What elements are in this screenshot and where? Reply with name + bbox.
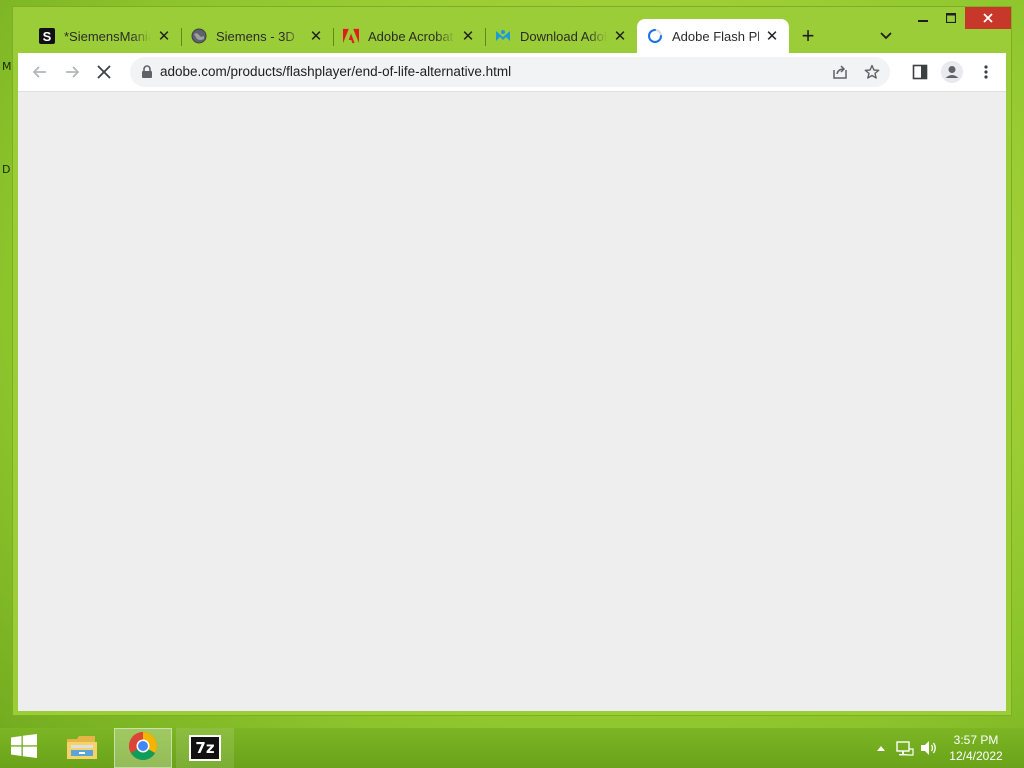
tab-download-adobe[interactable]: Download Adob ✕ xyxy=(485,19,637,53)
clock-time: 3:57 PM xyxy=(953,733,999,747)
tab-close-icon[interactable]: ✕ xyxy=(459,27,477,45)
tab-title: Siemens - 3D xyxy=(216,28,295,44)
svg-text:S: S xyxy=(43,29,52,44)
desktop-icon-label-m: M xyxy=(2,60,12,73)
chrome-taskbar-button[interactable] xyxy=(114,728,172,768)
tab-title: *SiemensMania xyxy=(64,28,151,44)
page-content-area[interactable] xyxy=(18,91,1006,711)
tab-title: Download Adob xyxy=(520,28,607,44)
show-hidden-icons-arrow-icon[interactable] xyxy=(872,728,890,768)
minimize-button[interactable] xyxy=(909,7,937,29)
tab-title: Adobe Flash Pla xyxy=(672,28,759,44)
new-tab-button[interactable]: + xyxy=(795,24,821,50)
stop-loading-button[interactable] xyxy=(92,60,116,84)
browser-titlebar: S *SiemensMania ✕ Siemens - 3D ✕ Adobe A… xyxy=(13,7,1011,53)
7zip-icon: 7z xyxy=(189,735,221,761)
tab-close-icon[interactable]: ✕ xyxy=(611,27,629,45)
7zip-taskbar-button[interactable]: 7z xyxy=(176,728,234,768)
tab-siemens-3d[interactable]: Siemens - 3D ✕ xyxy=(181,19,333,53)
browser-window: S *SiemensMania ✕ Siemens - 3D ✕ Adobe A… xyxy=(12,6,1012,716)
taskbar-clock[interactable]: 3:57 PM 12/4/2022 xyxy=(944,732,1008,764)
profile-avatar-icon[interactable] xyxy=(940,60,964,84)
lock-icon[interactable] xyxy=(140,65,154,79)
tab-adobe-flash-player[interactable]: Adobe Flash Pla ✕ xyxy=(637,19,789,53)
clock-date: 12/4/2022 xyxy=(949,749,1003,763)
more-menu-icon[interactable] xyxy=(974,60,998,84)
globe-icon xyxy=(191,28,207,44)
tab-close-icon[interactable]: ✕ xyxy=(155,27,173,45)
tab-close-icon[interactable]: ✕ xyxy=(763,27,781,45)
volume-icon[interactable] xyxy=(918,728,940,768)
network-icon[interactable] xyxy=(894,728,916,768)
share-icon[interactable] xyxy=(828,60,852,84)
siemensmania-favicon: S xyxy=(39,28,55,44)
url-text[interactable]: adobe.com/products/flashplayer/end-of-li… xyxy=(160,64,511,79)
forward-button[interactable] xyxy=(60,60,84,84)
back-button[interactable] xyxy=(28,60,52,84)
tab-adobe-acrobat[interactable]: Adobe Acrobat ✕ xyxy=(333,19,485,53)
loading-spinner-icon xyxy=(647,28,663,44)
file-explorer-button[interactable] xyxy=(56,728,108,768)
chrome-icon xyxy=(128,731,158,766)
7zip-label: 7z xyxy=(191,737,219,759)
windows-logo-icon xyxy=(11,733,37,763)
tab-strip: S *SiemensMania ✕ Siemens - 3D ✕ Adobe A… xyxy=(29,19,789,53)
tab-close-icon[interactable]: ✕ xyxy=(307,27,325,45)
bookmark-star-icon[interactable] xyxy=(860,60,884,84)
adobe-icon xyxy=(343,28,359,44)
side-panel-icon[interactable] xyxy=(908,60,932,84)
browser-toolbar: adobe.com/products/flashplayer/end-of-li… xyxy=(18,53,1006,91)
address-bar[interactable]: adobe.com/products/flashplayer/end-of-li… xyxy=(130,57,890,87)
start-button[interactable] xyxy=(0,728,48,768)
download-site-icon xyxy=(495,28,511,44)
maximize-button[interactable] xyxy=(937,7,965,29)
tab-siemensmania[interactable]: S *SiemensMania ✕ xyxy=(29,19,181,53)
taskbar: 7z 3:57 PM 12/4/2022 xyxy=(0,728,1024,768)
file-explorer-icon xyxy=(65,731,99,766)
tab-title: Adobe Acrobat xyxy=(368,28,454,44)
close-window-button[interactable] xyxy=(965,7,1011,29)
desktop-icon-label-d: D xyxy=(2,163,11,176)
tab-search-chevron-icon[interactable] xyxy=(875,25,897,47)
